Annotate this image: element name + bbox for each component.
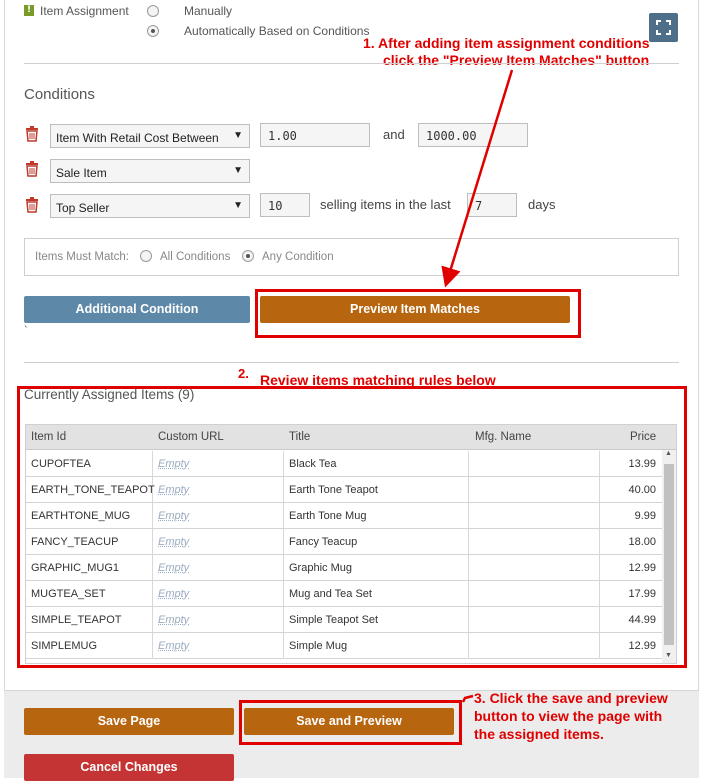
annotation-arrow-3 [463, 696, 473, 702]
annotation-arrow-1 [448, 70, 512, 278]
annotation-arrows [0, 0, 703, 778]
